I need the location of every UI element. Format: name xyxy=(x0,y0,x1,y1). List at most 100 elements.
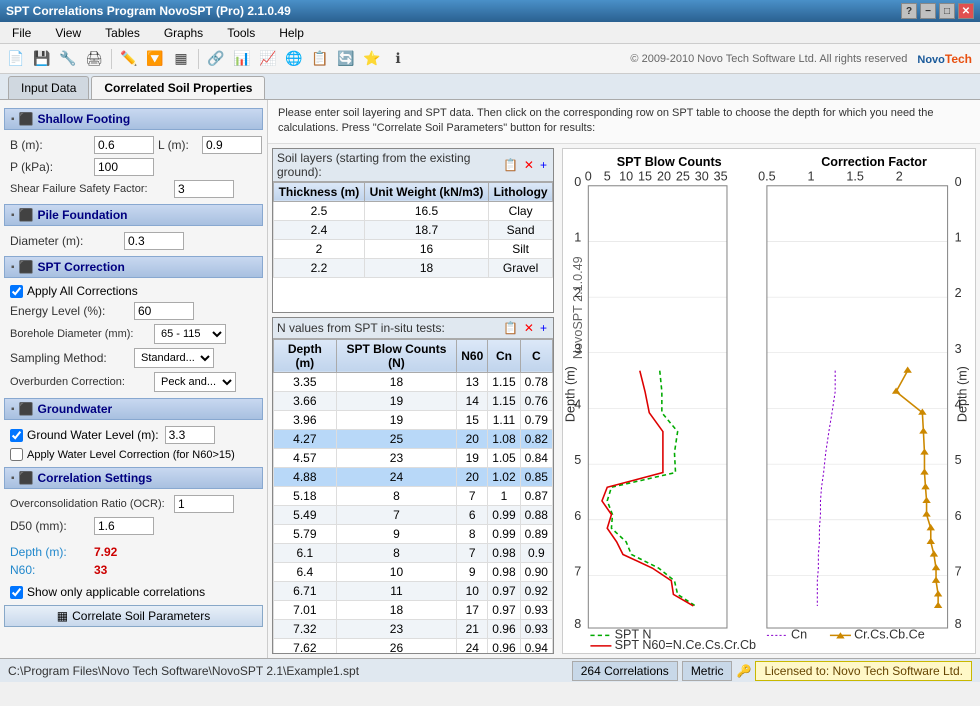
svg-text:1: 1 xyxy=(574,230,581,244)
soil-add-icon[interactable]: + xyxy=(538,157,549,173)
soil-delete-icon[interactable]: ✕ xyxy=(522,157,536,173)
soil-layer-row[interactable]: 2.516.5Clay xyxy=(274,201,553,220)
show-applicable-label: Show only applicable correlations xyxy=(27,585,205,599)
gwl-input[interactable] xyxy=(165,426,215,444)
energy-label: Energy Level (%): xyxy=(10,304,130,318)
spt-add-icon[interactable]: + xyxy=(538,320,549,336)
depth-label: Depth (m): xyxy=(10,545,90,559)
spt-row[interactable]: 3.9619151.110.79 xyxy=(274,410,553,429)
correlation-settings-header: ▪ ⬛ Correlation Settings xyxy=(4,467,263,489)
b-row: B (m): L (m): xyxy=(4,134,263,156)
spt-row[interactable]: 3.3518131.150.78 xyxy=(274,372,553,391)
minimize-btn[interactable]: − xyxy=(920,3,936,19)
spt-row[interactable]: 7.0118170.970.93 xyxy=(274,600,553,619)
spt-row[interactable]: 7.6226240.960.94 xyxy=(274,638,553,653)
data-area: Soil layers (starting from the existing … xyxy=(268,144,980,658)
filter-btn[interactable]: 🔽 xyxy=(143,47,167,71)
spt-delete-icon[interactable]: ✕ xyxy=(522,320,536,336)
ocr-label: Overconsolidation Ratio (OCR): xyxy=(10,498,170,510)
refresh-btn[interactable]: 🔄 xyxy=(334,47,358,71)
spt-row[interactable]: 4.8824201.020.85 xyxy=(274,467,553,486)
svg-text:Depth (m): Depth (m) xyxy=(955,366,969,422)
d50-input[interactable] xyxy=(94,517,154,535)
diameter-input[interactable] xyxy=(124,232,184,250)
svg-text:SPT N60=N.Ce.Cs.Cr.Cb: SPT N60=N.Ce.Cs.Cr.Cb xyxy=(615,638,757,652)
tab-correlated-soil[interactable]: Correlated Soil Properties xyxy=(91,76,265,99)
info-btn[interactable]: ℹ xyxy=(386,47,410,71)
svg-text:0: 0 xyxy=(585,169,592,183)
spt-row[interactable]: 5.79980.990.89 xyxy=(274,524,553,543)
menu-view[interactable]: View xyxy=(47,24,89,42)
gwl-checkbox[interactable] xyxy=(10,429,23,442)
spt-row[interactable]: 4.5723191.050.84 xyxy=(274,448,553,467)
spt-row[interactable]: 5.49760.990.88 xyxy=(274,505,553,524)
gw-icon: ⬛ xyxy=(19,402,34,416)
spt-row[interactable]: 7.3223210.960.93 xyxy=(274,619,553,638)
shear-input[interactable] xyxy=(174,180,234,198)
globe-btn[interactable]: 🌐 xyxy=(282,47,306,71)
menu-graphs[interactable]: Graphs xyxy=(156,24,211,42)
save-btn[interactable]: 💾 xyxy=(30,47,54,71)
menu-tables[interactable]: Tables xyxy=(97,24,148,42)
statusbar: C:\Program Files\Novo Tech Software\Novo… xyxy=(0,658,980,682)
spt-row[interactable]: 6.7111100.970.92 xyxy=(274,581,553,600)
new-btn[interactable]: 📄 xyxy=(4,47,28,71)
star-btn[interactable]: ⭐ xyxy=(360,47,384,71)
overburden-row: Overburden Correction: Peck and... xyxy=(4,370,263,394)
spt-row[interactable]: 6.1870.980.9 xyxy=(274,543,553,562)
soil-layer-row[interactable]: 216Silt xyxy=(274,239,553,258)
spt-row[interactable]: 3.6619141.150.76 xyxy=(274,391,553,410)
shear-row: Shear Failure Safety Factor: xyxy=(4,178,263,200)
spt-table-scroll[interactable]: Depth (m) SPT Blow Counts (N) N60 Cn C 3… xyxy=(273,339,553,653)
link-btn[interactable]: 🔗 xyxy=(204,47,228,71)
soil-copy-icon[interactable]: 📋 xyxy=(501,157,520,173)
apply-all-checkbox[interactable] xyxy=(10,285,23,298)
col-spt-n: SPT Blow Counts (N) xyxy=(336,339,457,372)
spt-row[interactable]: 4.2725201.080.82 xyxy=(274,429,553,448)
copy-btn[interactable]: 📋 xyxy=(308,47,332,71)
expand-pile[interactable]: ▪ xyxy=(11,210,15,221)
pile-header: ▪ ⬛ Pile Foundation xyxy=(4,204,263,226)
soil-layer-row[interactable]: 2.418.7Sand xyxy=(274,220,553,239)
table-btn[interactable]: ▦ xyxy=(169,47,193,71)
expand-shallow[interactable]: ▪ xyxy=(11,114,15,125)
spt-copy-icon[interactable]: 📋 xyxy=(501,320,520,336)
bar-btn[interactable]: 📈 xyxy=(256,47,280,71)
soil-layers-scroll[interactable]: Thickness (m) Unit Weight (kN/m3) Lithol… xyxy=(273,182,553,312)
water-correction-checkbox[interactable] xyxy=(10,448,23,461)
svg-text:5: 5 xyxy=(604,169,611,183)
expand-spt[interactable]: ▪ xyxy=(11,262,15,273)
settings-btn[interactable]: 🔧 xyxy=(56,47,80,71)
close-btn[interactable]: ✕ xyxy=(958,3,974,19)
soil-layer-row[interactable]: 2.218Gravel xyxy=(274,258,553,277)
svg-text:Cr.Cs.Cb.Ce: Cr.Cs.Cb.Ce xyxy=(854,627,925,641)
expand-gw[interactable]: ▪ xyxy=(11,404,15,415)
p-input[interactable] xyxy=(94,158,154,176)
help-btn[interactable]: ? xyxy=(901,3,917,19)
maximize-btn[interactable]: □ xyxy=(939,3,955,19)
correlate-button[interactable]: ▦ Correlate Soil Parameters xyxy=(4,605,263,627)
borehole-select[interactable]: 65 - 115 115 - 150 > 150 xyxy=(154,324,226,344)
menu-help[interactable]: Help xyxy=(271,24,312,42)
menu-tools[interactable]: Tools xyxy=(219,24,263,42)
energy-input[interactable] xyxy=(134,302,194,320)
tab-input-data[interactable]: Input Data xyxy=(8,76,89,99)
b-input[interactable] xyxy=(94,136,154,154)
menu-file[interactable]: File xyxy=(4,24,39,42)
spt-row[interactable]: 6.41090.980.90 xyxy=(274,562,553,581)
show-applicable-checkbox[interactable] xyxy=(10,586,23,599)
tables-area: Soil layers (starting from the existing … xyxy=(268,144,558,658)
pencil-btn[interactable]: ✏️ xyxy=(117,47,141,71)
ocr-input[interactable] xyxy=(174,495,234,513)
sampling-select[interactable]: Standard... xyxy=(134,348,214,368)
corr-settings-title: Correlation Settings xyxy=(38,471,153,485)
titlebar: SPT Correlations Program NovoSPT (Pro) 2… xyxy=(0,0,980,22)
chart-btn[interactable]: 📊 xyxy=(230,47,254,71)
spt-row[interactable]: 5.188710.87 xyxy=(274,486,553,505)
soil-layers-toolbar: Soil layers (starting from the existing … xyxy=(273,149,553,182)
overburden-select[interactable]: Peck and... xyxy=(154,372,236,392)
col-thickness: Thickness (m) xyxy=(274,182,365,201)
expand-corr[interactable]: ▪ xyxy=(11,473,15,484)
l-input[interactable] xyxy=(202,136,262,154)
print-btn[interactable]: 🖨 xyxy=(82,47,106,71)
